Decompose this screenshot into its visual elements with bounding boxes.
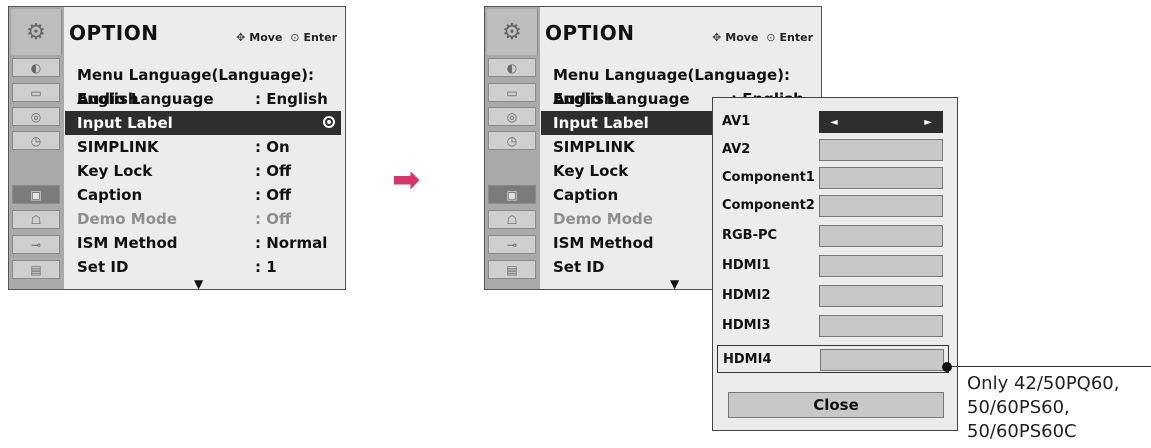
- option-icon[interactable]: ▣: [12, 185, 60, 204]
- input-row-component1[interactable]: Component1: [717, 164, 949, 192]
- menu-row-key-lock[interactable]: Key Lock : Off: [65, 159, 341, 183]
- menu-icon-column: ⚙ ◐ ▭ ◎ ◷ ▣ ☖ ⊸ ▤: [485, 7, 540, 289]
- input-row-av2[interactable]: AV2: [717, 136, 949, 164]
- nav-hint: ✥ Move ⊙ Enter: [236, 31, 337, 44]
- menu-row-caption[interactable]: Caption : Off: [65, 183, 341, 207]
- close-button[interactable]: Close: [728, 392, 944, 418]
- input-row-hdmi1[interactable]: HDMI1: [717, 252, 949, 280]
- time-icon[interactable]: ◷: [12, 131, 60, 150]
- callout-line: [952, 366, 1151, 367]
- label-field[interactable]: [819, 195, 943, 217]
- label-field[interactable]: [819, 285, 943, 307]
- label-field[interactable]: [819, 139, 943, 161]
- menu-row-menu-language[interactable]: Menu Language(Language): English: [541, 63, 817, 108]
- usb-icon[interactable]: ▤: [12, 260, 60, 279]
- usb-icon[interactable]: ▤: [488, 260, 536, 279]
- toolbox-icon: ⚙: [487, 9, 538, 55]
- menu-title: OPTION: [545, 21, 635, 45]
- menu-row-demo-mode: Demo Mode : Off: [77, 210, 292, 228]
- picture-icon[interactable]: ◐: [488, 58, 536, 77]
- enter-icon: ⊙: [766, 31, 776, 44]
- enter-radio-icon: [323, 116, 335, 128]
- input-icon[interactable]: ⊸: [12, 235, 60, 254]
- menu-row-set-id[interactable]: Set ID : 1: [65, 255, 341, 279]
- label-field[interactable]: [819, 167, 943, 189]
- model-note: Only 42/50PQ60, 50/60PS60, 50/60PS60C: [967, 373, 1120, 442]
- label-selector[interactable]: ◄ ►: [819, 111, 943, 133]
- input-row-hdmi4[interactable]: HDMI4: [717, 345, 949, 373]
- menu-row-audio-language[interactable]: Audio Language : English: [65, 87, 341, 111]
- label-field[interactable]: [820, 349, 944, 371]
- input-row-rgb-pc[interactable]: RGB-PC: [717, 222, 949, 250]
- input-row-hdmi3[interactable]: HDMI3: [717, 312, 949, 340]
- picture-icon[interactable]: ◐: [12, 58, 60, 77]
- scroll-down-icon[interactable]: ▼: [194, 277, 203, 291]
- enter-icon: ⊙: [290, 31, 300, 44]
- toolbox-icon: ⚙: [11, 9, 62, 55]
- input-row-component2[interactable]: Component2: [717, 192, 949, 220]
- arrow-right-icon[interactable]: ►: [924, 112, 932, 134]
- lock-icon[interactable]: ☖: [488, 210, 536, 229]
- lock-icon[interactable]: ☖: [12, 210, 60, 229]
- input-row-hdmi2[interactable]: HDMI2: [717, 282, 949, 310]
- input-icon[interactable]: ⊸: [488, 235, 536, 254]
- screen-icon[interactable]: ▭: [488, 83, 536, 102]
- input-label-popup: AV1 ◄ ► AV2 Component1 Component2 RGB-PC…: [712, 97, 958, 431]
- input-row-av1[interactable]: AV1 ◄ ►: [717, 108, 949, 136]
- menu-row-input-label[interactable]: Input Label: [65, 111, 341, 135]
- option-menu-left: ⚙ ◐ ▭ ◎ ◷ ▣ ☖ ⊸ ▤ OPTION ✥ Move ⊙ Enter Me…: [8, 6, 346, 291]
- scroll-down-icon[interactable]: ▼: [670, 277, 679, 291]
- arrow-left-icon[interactable]: ◄: [830, 112, 838, 134]
- time-icon[interactable]: ◷: [488, 131, 536, 150]
- screen-icon[interactable]: ▭: [12, 83, 60, 102]
- audio-icon[interactable]: ◎: [12, 107, 60, 126]
- audio-icon[interactable]: ◎: [488, 107, 536, 126]
- move-icon: ✥: [712, 31, 722, 44]
- menu-row-simplink[interactable]: SIMPLINK : On: [65, 135, 341, 159]
- label-field[interactable]: [819, 255, 943, 277]
- move-icon: ✥: [236, 31, 246, 44]
- callout-dot-icon: [942, 362, 952, 372]
- menu-row-menu-language[interactable]: Menu Language(Language): English: [65, 63, 341, 108]
- menu-title: OPTION: [69, 21, 159, 45]
- menu-row-ism-method[interactable]: ISM Method : Normal: [65, 231, 341, 255]
- menu-icon-column: ⚙ ◐ ▭ ◎ ◷ ▣ ☖ ⊸ ▤: [9, 7, 64, 289]
- label-field[interactable]: [819, 225, 943, 247]
- option-icon[interactable]: ▣: [488, 185, 536, 204]
- nav-hint: ✥ Move ⊙ Enter: [712, 31, 813, 44]
- transition-arrow-icon: ➡: [392, 160, 421, 200]
- label-field[interactable]: [819, 315, 943, 337]
